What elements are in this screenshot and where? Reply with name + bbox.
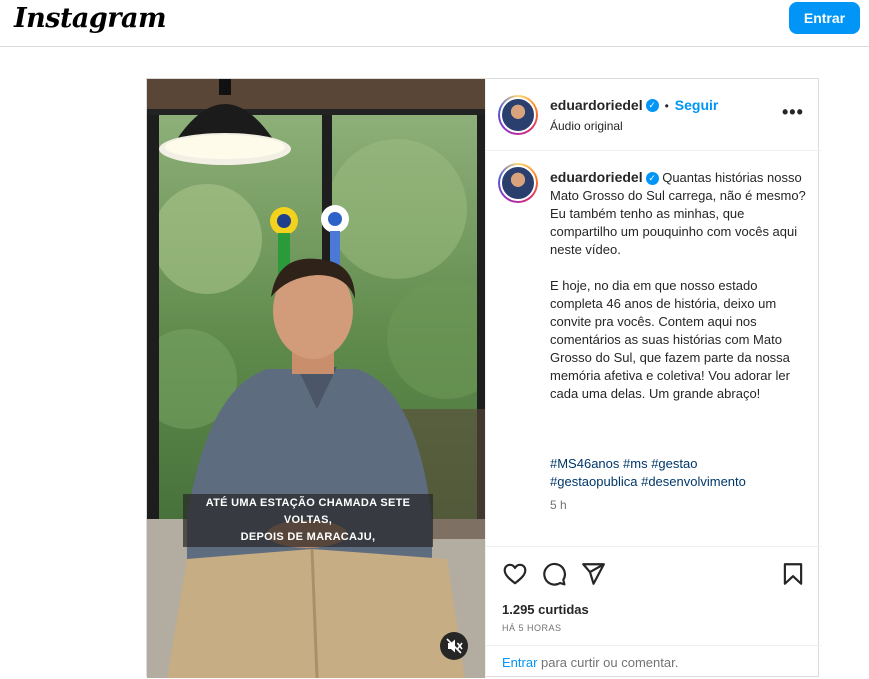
post-header: eduardoriedel ✓ • Seguir Áudio original ••• [486, 79, 821, 151]
hashtag-link[interactable]: #MS46anos [550, 456, 619, 471]
caption-area[interactable]: eduardoriedel ✓ Quantas histórias nosso M… [486, 151, 821, 546]
footer-login-link[interactable]: Entrar [502, 655, 537, 670]
post-video[interactable]: ATÉ UMA ESTAÇÃO CHAMADA SETE VOLTAS, DEP… [147, 79, 485, 678]
video-frame-illustration [147, 79, 485, 678]
likes-count[interactable]: 1.295 curtidas [502, 602, 589, 617]
instagram-logo[interactable]: Instagram [14, 3, 167, 34]
hashtag-link[interactable]: #gestaopublica [550, 474, 637, 489]
login-button[interactable]: Entrar [789, 2, 860, 34]
caption-username[interactable]: eduardoriedel [550, 169, 643, 185]
verified-badge-icon: ✓ [645, 99, 659, 113]
bookmark-icon[interactable] [780, 561, 806, 587]
separator-dot: • [664, 99, 669, 113]
hashtag-link[interactable]: #ms [623, 456, 648, 471]
mute-icon [446, 638, 463, 654]
caption-text: eduardoriedel ✓ Quantas histórias nosso M… [550, 168, 812, 403]
mute-button[interactable] [440, 632, 468, 660]
top-navigation-bar: Instagram Entrar [0, 0, 869, 47]
comment-icon[interactable] [541, 561, 567, 587]
video-subtitle-line-1: ATÉ UMA ESTAÇÃO CHAMADA SETE VOLTAS, [205, 497, 411, 526]
post-timestamp: HÁ 5 HORAS [502, 623, 562, 633]
hashtag-link[interactable]: #gestao [651, 456, 697, 471]
share-icon[interactable] [580, 561, 606, 587]
action-bar [486, 546, 821, 598]
hashtag-link[interactable]: #desenvolvimento [641, 474, 746, 489]
video-subtitle: ATÉ UMA ESTAÇÃO CHAMADA SETE VOLTAS, DEP… [183, 494, 433, 547]
author-username[interactable]: eduardoriedel [550, 97, 643, 113]
footer-prompt-text: para curtir ou comentar. [537, 655, 679, 670]
follow-button[interactable]: Seguir [675, 97, 719, 113]
comment-login-prompt: Entrar para curtir ou comentar. [486, 645, 821, 678]
video-subtitle-line-2: DEPOIS DE MARACAJU, [240, 531, 376, 543]
caption-author-avatar[interactable] [498, 163, 538, 203]
caption-timestamp: 5 h [550, 498, 567, 512]
verified-badge-icon: ✓ [645, 172, 659, 186]
hashtag-list: #MS46anos #ms #gestao #gestaopublica #de… [550, 455, 812, 491]
post-card: ATÉ UMA ESTAÇÃO CHAMADA SETE VOLTAS, DEP… [146, 78, 821, 678]
audio-label[interactable]: Áudio original [550, 119, 623, 133]
caption-body: Quantas histórias nosso Mato Grosso do S… [550, 170, 806, 401]
post-side-panel: eduardoriedel ✓ • Seguir Áudio original •••… [485, 79, 821, 678]
more-options-icon[interactable]: ••• [782, 102, 804, 123]
heart-icon[interactable] [502, 561, 528, 587]
author-line: eduardoriedel ✓ • Seguir [550, 97, 718, 115]
author-avatar[interactable] [498, 95, 538, 135]
